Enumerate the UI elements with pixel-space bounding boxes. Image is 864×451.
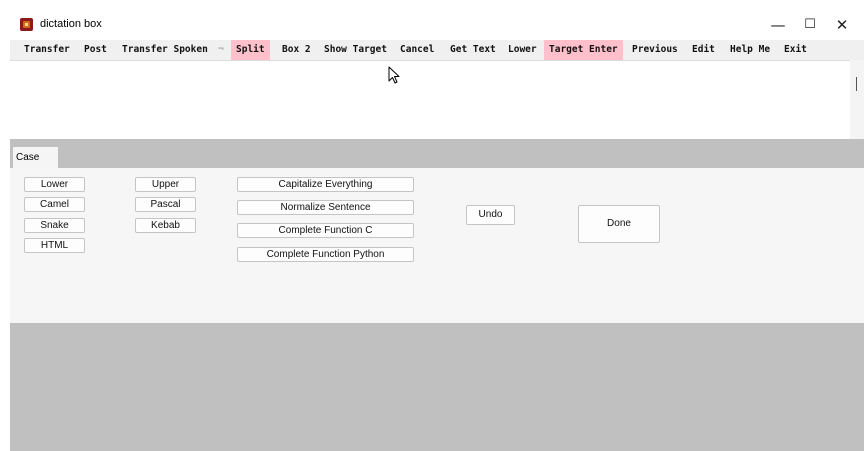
- close-button[interactable]: ✕: [828, 14, 856, 36]
- camel-button[interactable]: Camel: [24, 197, 85, 212]
- menu-transfer-spoken[interactable]: Transfer Spoken: [122, 40, 208, 60]
- complete-function-python-button[interactable]: Complete Function Python: [237, 247, 414, 262]
- menu-target-enter[interactable]: Target Enter: [544, 40, 623, 60]
- menu-help-me[interactable]: Help Me: [730, 40, 770, 60]
- lower-button[interactable]: Lower: [24, 177, 85, 192]
- complete-function-c-button[interactable]: Complete Function C: [237, 223, 414, 238]
- menu-box-2[interactable]: Box 2: [282, 40, 311, 60]
- app-window: dictation box — ☐ ✕ Transfer Post Transf…: [10, 10, 864, 451]
- menu-get-text[interactable]: Get Text: [450, 40, 496, 60]
- minimize-button[interactable]: —: [764, 14, 792, 36]
- menu-bar: Transfer Post Transfer Spoken ¬ Split Bo…: [10, 40, 864, 60]
- menu-lower[interactable]: Lower: [508, 40, 537, 60]
- menu-cancel[interactable]: Cancel: [400, 40, 434, 60]
- html-button[interactable]: HTML: [24, 238, 85, 253]
- pascal-button[interactable]: Pascal: [135, 197, 196, 212]
- upper-button[interactable]: Upper: [135, 177, 196, 192]
- empty-area: [10, 323, 864, 451]
- menu-separator: ¬: [218, 44, 224, 55]
- menu-previous[interactable]: Previous: [632, 40, 678, 60]
- kebab-button[interactable]: Kebab: [135, 218, 196, 233]
- normalize-sentence-button[interactable]: Normalize Sentence: [237, 200, 414, 215]
- snake-button[interactable]: Snake: [24, 218, 85, 233]
- tab-case[interactable]: Case: [13, 147, 58, 168]
- menu-edit[interactable]: Edit: [692, 40, 715, 60]
- tab-strip: Case: [10, 140, 864, 168]
- menu-show-target[interactable]: Show Target: [324, 40, 387, 60]
- menu-split[interactable]: Split: [231, 40, 270, 60]
- scrollbar-thumb[interactable]: [856, 77, 857, 91]
- app-icon: [20, 18, 33, 31]
- done-button[interactable]: Done: [578, 205, 660, 243]
- undo-button[interactable]: Undo: [466, 205, 515, 225]
- menu-exit[interactable]: Exit: [784, 40, 807, 60]
- vertical-scrollbar[interactable]: [850, 60, 864, 139]
- capitalize-everything-button[interactable]: Capitalize Everything: [237, 177, 414, 192]
- dictation-text-area[interactable]: [10, 60, 850, 139]
- maximize-button[interactable]: ☐: [796, 14, 824, 36]
- menu-post[interactable]: Post: [84, 40, 107, 60]
- title-bar[interactable]: dictation box — ☐ ✕: [10, 10, 864, 40]
- window-title: dictation box: [40, 18, 102, 30]
- mouse-pointer-icon: [388, 66, 400, 84]
- menu-transfer[interactable]: Transfer: [24, 40, 70, 60]
- case-panel: Lower Camel Snake HTML Upper Pascal Keba…: [10, 168, 864, 323]
